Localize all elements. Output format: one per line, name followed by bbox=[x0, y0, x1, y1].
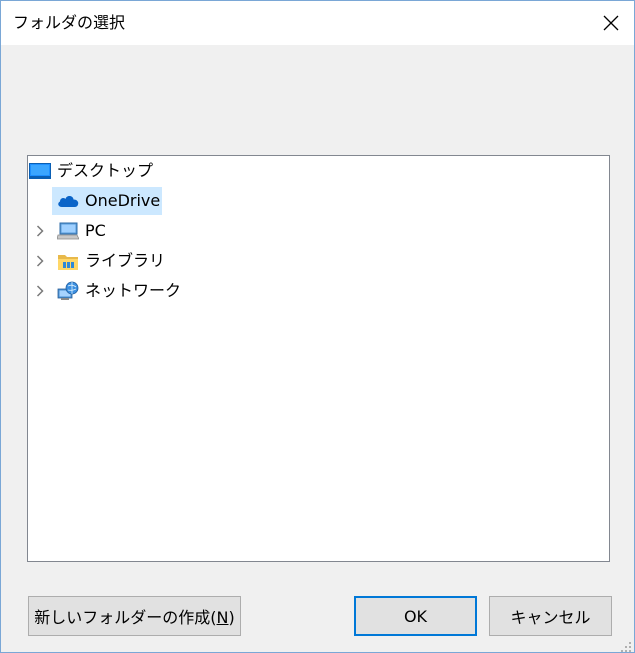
tree-item-network[interactable]: ネットワーク bbox=[52, 277, 181, 305]
chevron-right-icon bbox=[36, 222, 44, 241]
expand-library-button[interactable] bbox=[34, 247, 46, 275]
chevron-right-icon bbox=[36, 282, 44, 301]
tree-item-label: ネットワーク bbox=[85, 281, 182, 300]
new-folder-button[interactable]: 新しいフォルダーの作成(N) bbox=[28, 596, 241, 636]
tree-item-desktop[interactable]: デスクトップ bbox=[28, 157, 153, 185]
expand-pc-button[interactable] bbox=[34, 217, 46, 245]
title-bar: フォルダの選択 bbox=[1, 1, 634, 45]
tree-item-pc[interactable]: PC bbox=[52, 217, 106, 245]
cancel-button[interactable]: キャンセル bbox=[489, 596, 612, 636]
resize-grip-icon[interactable] bbox=[620, 638, 632, 652]
tree-item-label: ライブラリ bbox=[85, 251, 166, 270]
tree-item-label: OneDrive bbox=[85, 191, 161, 210]
tree-item-library[interactable]: ライブラリ bbox=[52, 247, 165, 275]
tree-item-label: デスクトップ bbox=[57, 161, 154, 180]
network-icon bbox=[57, 281, 79, 301]
dialog-title: フォルダの選択 bbox=[13, 13, 126, 32]
desktop-icon bbox=[29, 162, 51, 180]
close-button[interactable] bbox=[588, 1, 634, 45]
close-icon bbox=[603, 15, 619, 31]
ok-label: OK bbox=[403, 606, 428, 626]
cancel-label: キャンセル bbox=[510, 608, 591, 627]
computer-icon bbox=[57, 222, 79, 240]
accelerator-key: N bbox=[216, 608, 229, 627]
folder-tree[interactable]: デスクトップ OneDrive PC ライブラリ ネットワーク bbox=[27, 155, 610, 562]
library-folder-icon bbox=[57, 251, 79, 271]
tree-item-label: PC bbox=[85, 221, 106, 240]
expand-network-button[interactable] bbox=[34, 277, 46, 305]
tree-item-onedrive[interactable]: OneDrive bbox=[52, 187, 162, 215]
onedrive-cloud-icon bbox=[57, 194, 79, 208]
new-folder-label: 新しいフォルダーの作成(N) bbox=[34, 608, 235, 627]
chevron-right-icon bbox=[36, 252, 44, 271]
folder-select-dialog: フォルダの選択 デスクトップ OneDrive PC ライブラリ ネットワーク … bbox=[0, 0, 635, 653]
ok-button[interactable]: OK bbox=[354, 596, 477, 636]
